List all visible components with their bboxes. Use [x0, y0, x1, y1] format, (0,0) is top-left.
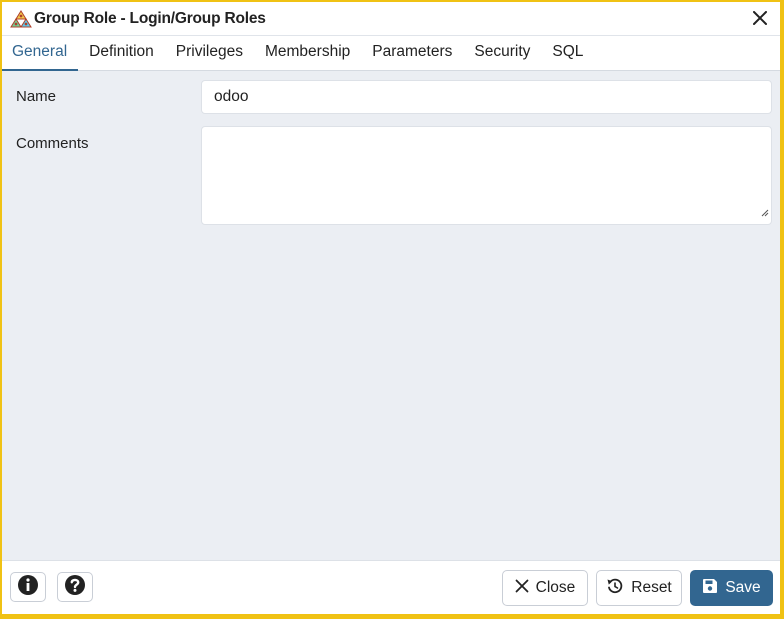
save-icon: [702, 578, 718, 599]
tab-general[interactable]: General: [2, 43, 79, 71]
tab-sql[interactable]: SQL: [541, 43, 594, 70]
close-button-label: Close: [535, 579, 576, 596]
tab-parameters[interactable]: Parameters: [361, 43, 463, 70]
tab-bar: General Definition Privileges Membership…: [2, 36, 780, 71]
name-label: Name: [16, 88, 57, 105]
close-x-icon: [515, 579, 529, 598]
reset-button-label: Reset: [631, 579, 672, 596]
resize-grip-icon[interactable]: [761, 204, 769, 222]
save-button-label: Save: [725, 579, 761, 596]
reset-icon: [606, 577, 624, 600]
reset-button[interactable]: Reset: [596, 570, 682, 606]
info-button[interactable]: [10, 572, 46, 602]
help-button[interactable]: [57, 572, 93, 602]
save-button[interactable]: Save: [690, 570, 773, 606]
tab-privileges[interactable]: Privileges: [165, 43, 254, 70]
tab-membership[interactable]: Membership: [254, 43, 361, 70]
name-input[interactable]: odoo: [201, 80, 772, 114]
tab-definition[interactable]: Definition: [78, 43, 165, 70]
tab-security[interactable]: Security: [463, 43, 541, 70]
dialog-title: Group Role - Login/Group Roles: [34, 9, 266, 27]
group-roles-icon: [10, 9, 32, 28]
close-icon[interactable]: [750, 8, 770, 28]
general-tab-panel: Name odoo Comments: [2, 71, 780, 560]
dialog-footer: Close Reset Save: [2, 560, 780, 614]
title-bar[interactable]: Group Role - Login/Group Roles: [2, 2, 780, 36]
close-button[interactable]: Close: [502, 570, 588, 606]
help-icon: [64, 574, 86, 601]
info-icon: [17, 574, 39, 601]
group-role-dialog: Group Role - Login/Group Roles General D…: [2, 2, 780, 614]
comments-textarea[interactable]: [201, 126, 772, 225]
comments-label: Comments: [16, 135, 89, 152]
